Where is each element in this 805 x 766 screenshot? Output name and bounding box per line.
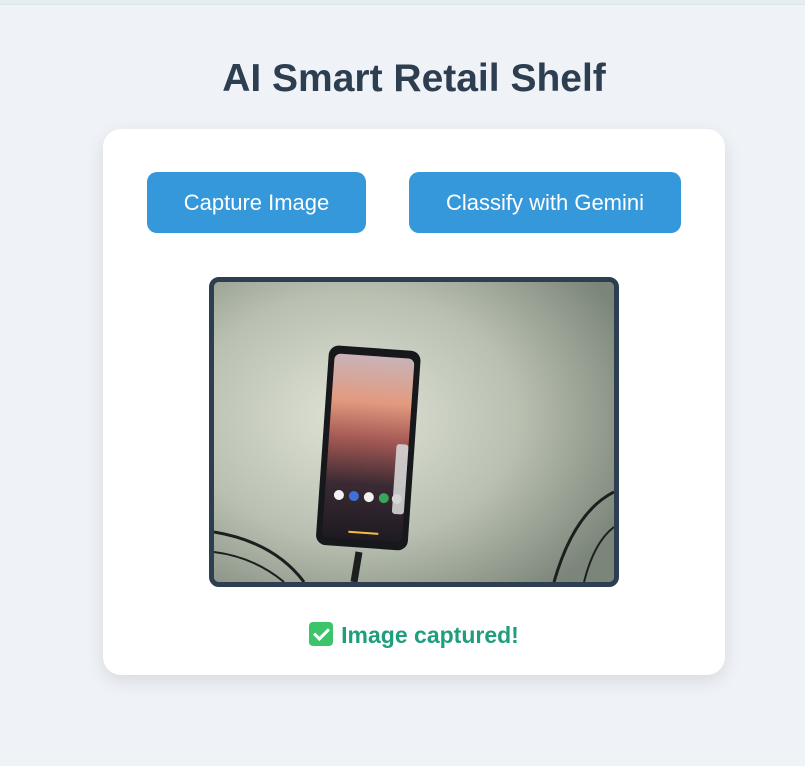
capture-image-button[interactable]: Capture Image [147,172,366,233]
page-title: AI Smart Retail Shelf [222,57,606,100]
top-divider [0,0,805,5]
classify-with-gemini-button[interactable]: Classify with Gemini [409,172,681,233]
check-box-icon [309,622,334,646]
captured-image [214,282,614,582]
status-message: Image captured! [103,620,725,650]
status-text: Image captured! [341,622,519,648]
captured-image-preview [209,277,619,587]
main-card: Capture Image Classify with Gemini Image… [103,129,725,675]
